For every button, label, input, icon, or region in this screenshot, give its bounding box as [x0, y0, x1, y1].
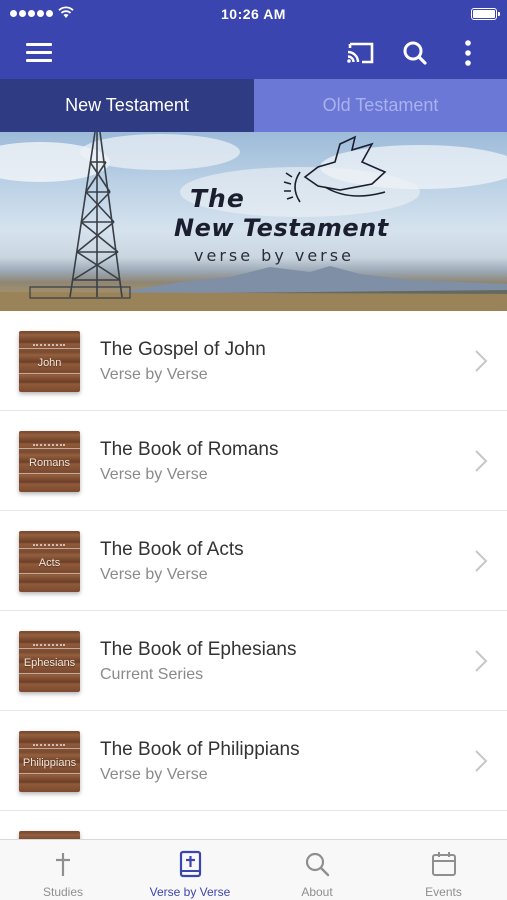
banner-title-the: The [190, 184, 245, 213]
search-icon[interactable] [400, 38, 430, 68]
chevron-right-icon [475, 350, 488, 372]
menu-button[interactable] [20, 38, 54, 68]
item-title: The Book of Philippians [100, 739, 300, 760]
series-thumbnail [19, 831, 80, 839]
list-item-gospel-of-john[interactable]: John The Gospel of John Verse by Verse [0, 311, 507, 411]
tab-events[interactable]: Events [380, 840, 507, 900]
chevron-right-icon [475, 650, 488, 672]
series-thumbnail: Romans [19, 431, 80, 492]
thumbnail-label: Ephesians [23, 657, 76, 669]
tab-label: About [301, 885, 333, 899]
item-title: The Book of Romans [100, 439, 279, 460]
menu-icon [26, 43, 52, 46]
calendar-icon [431, 852, 456, 876]
banner-subtitle: verse by verse [194, 246, 354, 265]
status-bar: 10:26 AM [0, 0, 507, 28]
tab-old-testament[interactable]: Old Testament [254, 79, 507, 132]
status-time: 10:26 AM [221, 6, 286, 22]
series-thumbnail: Acts [19, 531, 80, 592]
tab-studies[interactable]: Studies [0, 840, 126, 900]
thumbnail-label: Acts [38, 557, 61, 569]
bible-icon [179, 850, 202, 878]
app-bar [0, 28, 507, 79]
series-list: John The Gospel of John Verse by Verse R… [0, 311, 507, 839]
chevron-right-icon [475, 750, 488, 772]
item-subtitle: Verse by Verse [100, 766, 208, 783]
banner-title: New Testament [174, 214, 389, 242]
thumbnail-label: Philippians [22, 757, 77, 769]
battery-icon [471, 8, 500, 20]
tab-label: Studies [42, 885, 84, 899]
testament-tabs: New Testament Old Testament [0, 79, 507, 132]
list-item-book-of-acts[interactable]: Acts The Book of Acts Verse by Verse [0, 511, 507, 611]
series-thumbnail: Ephesians [19, 631, 80, 692]
thumbnail-label: Romans [29, 457, 70, 469]
cast-icon[interactable] [344, 39, 376, 67]
item-title: The Book of Acts [100, 539, 244, 560]
series-thumbnail: Philippians [19, 731, 80, 792]
series-thumbnail: John [19, 331, 80, 392]
item-title: The Book of Ephesians [100, 639, 297, 660]
item-title: The Gospel of John [100, 339, 266, 360]
list-item-book-of-romans[interactable]: Romans The Book of Romans Verse by Verse [0, 411, 507, 511]
tab-new-testament[interactable]: New Testament [0, 79, 254, 132]
list-item-book-of-ephesians[interactable]: Ephesians The Book of Ephesians Current … [0, 611, 507, 711]
more-vertical-icon[interactable] [456, 38, 480, 68]
item-subtitle: Verse by Verse [100, 366, 208, 383]
tab-about[interactable]: About [254, 840, 380, 900]
thumbnail-label: John [37, 357, 62, 369]
cross-icon [56, 853, 70, 876]
tab-label: Verse by Verse [149, 885, 231, 899]
item-subtitle: Current Series [100, 666, 204, 683]
tab-label: Events [425, 885, 462, 899]
item-subtitle: Verse by Verse [100, 566, 208, 583]
chevron-right-icon [475, 550, 488, 572]
search-icon [305, 852, 330, 877]
tab-verse-by-verse[interactable]: Verse by Verse [126, 840, 254, 900]
list-item-partial[interactable] [0, 811, 507, 839]
bottom-tab-bar: Studies Verse by Verse About Events [0, 839, 507, 900]
hero-banner: The New Testament verse by verse [0, 132, 507, 311]
chevron-right-icon [475, 450, 488, 472]
item-subtitle: Verse by Verse [100, 466, 208, 483]
list-item-book-of-philippians[interactable]: Philippians The Book of Philippians Vers… [0, 711, 507, 811]
